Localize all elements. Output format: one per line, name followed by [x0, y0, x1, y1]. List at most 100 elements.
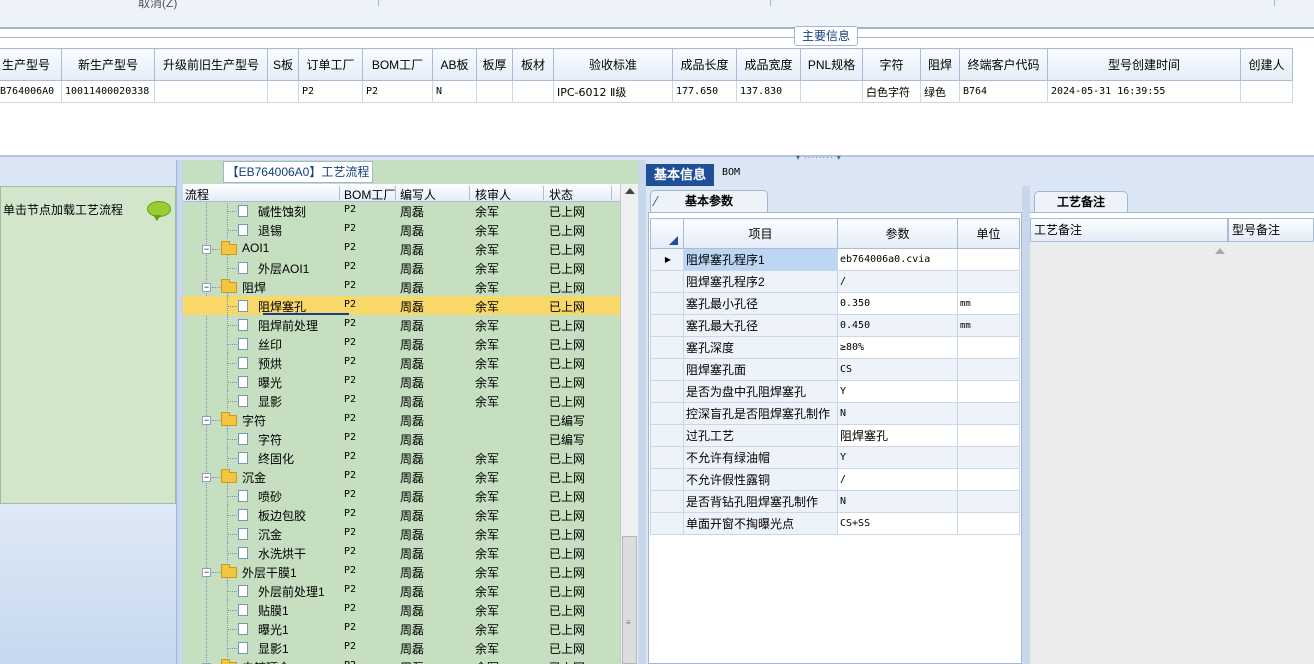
table-cell[interactable] [512, 80, 554, 103]
row-indicator[interactable] [650, 424, 684, 447]
row-indicator[interactable] [650, 292, 684, 315]
tree-node[interactable]: 阻焊前处理 P2 周磊 余军 已上网 [183, 315, 620, 334]
unit-cell[interactable] [957, 270, 1020, 293]
item-cell[interactable]: 阻焊塞孔程序2 [683, 270, 838, 293]
tab-bom[interactable]: BOM [722, 167, 740, 178]
tree-node[interactable]: 显影 P2 周磊 余军 已上网 [183, 391, 620, 410]
col-header[interactable]: 阻焊 [920, 48, 960, 81]
table-cell[interactable]: 137.830 [736, 80, 801, 103]
col-header[interactable]: 成品宽度 [736, 48, 801, 81]
table-cell[interactable] [476, 80, 513, 103]
table-row[interactable]: 阻焊塞孔面 CS [650, 358, 1020, 381]
tree-node[interactable]: 显影1 P2 周磊 余军 已上网 [183, 638, 620, 657]
table-cell[interactable] [154, 80, 268, 103]
unit-cell[interactable]: mm [957, 292, 1020, 315]
table-cell[interactable]: IPC-6012 Ⅱ级 [553, 80, 673, 103]
tree-node[interactable]: 碱性蚀刻 P2 周磊 余军 已上网 [183, 203, 620, 220]
col-header[interactable]: 成品长度 [672, 48, 737, 81]
tree-node[interactable]: 丝印 P2 周磊 余军 已上网 [183, 334, 620, 353]
tree-node[interactable]: 贴膜1 P2 周磊 余军 已上网 [183, 600, 620, 619]
row-indicator[interactable] [650, 468, 684, 491]
tree-node[interactable]: 终固化 P2 周磊 余军 已上网 [183, 448, 620, 467]
row-indicator[interactable] [650, 358, 684, 381]
table-cell[interactable] [1240, 80, 1293, 103]
param-cell[interactable]: / [837, 270, 958, 293]
process-remark-column[interactable] [1030, 218, 1228, 664]
table-row[interactable]: 是否背钻孔阻焊塞孔制作 N [650, 490, 1020, 513]
unit-cell[interactable] [957, 380, 1020, 403]
unit-cell[interactable] [957, 468, 1020, 491]
tree-node[interactable]: 水洗烘干 P2 周磊 余军 已上网 [183, 543, 620, 562]
unit-cell[interactable] [957, 424, 1020, 447]
unit-cell[interactable] [957, 490, 1020, 513]
tab-process-flow[interactable]: 【EB764006A0】工艺流程 [223, 161, 373, 183]
param-cell[interactable]: N [837, 402, 958, 425]
item-cell[interactable]: 阻焊塞孔程序1 [683, 248, 838, 271]
collapse-toggle-icon[interactable]: − [202, 245, 211, 254]
param-cell[interactable]: 0.350 [837, 292, 958, 315]
col-header[interactable]: 板厚 [476, 48, 513, 81]
row-indicator[interactable] [650, 314, 684, 337]
item-cell[interactable]: 控深盲孔是否阻焊塞孔制作 [683, 402, 838, 425]
model-remark-column[interactable] [1228, 218, 1314, 664]
row-indicator[interactable] [650, 336, 684, 359]
row-indicator[interactable] [650, 490, 684, 513]
tree-node[interactable]: 外层前处理1 P2 周磊 余军 已上网 [183, 581, 620, 600]
col-header-writer[interactable]: 编写人 [400, 186, 436, 203]
item-cell[interactable]: 是否背钻孔阻焊塞孔制作 [683, 490, 838, 513]
table-cell[interactable]: EB764006A0 [0, 80, 62, 103]
current-row-arrow-icon[interactable]: ▶ [650, 248, 684, 271]
item-cell[interactable]: 塞孔最小孔径 [683, 292, 838, 315]
table-cell[interactable]: N [432, 80, 477, 103]
splitter-middle[interactable] [638, 160, 646, 664]
tree-node[interactable]: 喷砂 P2 周磊 余军 已上网 [183, 486, 620, 505]
collapse-toggle-icon[interactable]: − [202, 473, 211, 482]
unit-cell[interactable] [957, 248, 1020, 271]
table-cell[interactable]: P2 [298, 80, 363, 103]
param-cell[interactable]: 0.450 [837, 314, 958, 337]
col-header-model-remark[interactable]: 型号备注 [1228, 218, 1314, 242]
col-header[interactable]: 字符 [862, 48, 921, 81]
table-row[interactable]: 是否为盘中孔阻焊塞孔 Y [650, 380, 1020, 403]
tree-node[interactable]: 退锡 P2 周磊 余军 已上网 [183, 220, 620, 239]
table-cell[interactable]: 2024-05-31 16:39:55 [1047, 80, 1241, 103]
tab-process-remark[interactable]: 工艺备注 [1034, 191, 1128, 213]
subtab-basic-params[interactable]: 基本参数 [650, 190, 768, 212]
col-header-reviewer[interactable]: 核审人 [475, 186, 511, 203]
table-row[interactable]: ▶ 阻焊塞孔程序1 eb764006a0.cvia [650, 248, 1020, 271]
table-row[interactable]: 塞孔深度 ≥80% [650, 336, 1020, 359]
tree-node[interactable]: 预烘 P2 周磊 余军 已上网 [183, 353, 620, 372]
table-cell[interactable]: B764 [959, 80, 1048, 103]
col-header-param[interactable]: 参数 [837, 218, 958, 249]
table-row[interactable]: 塞孔最小孔径 0.350 mm [650, 292, 1020, 315]
table-row[interactable]: 过孔工艺 阻焊塞孔 [650, 424, 1020, 447]
row-indicator[interactable] [650, 402, 684, 425]
tree-node[interactable]: 曝光1 P2 周磊 余军 已上网 [183, 619, 620, 638]
item-cell[interactable]: 单面开窗不掏曝光点 [683, 512, 838, 535]
col-header[interactable]: 升级前旧生产型号 [154, 48, 268, 81]
param-cell[interactable]: 阻焊塞孔 [837, 424, 958, 447]
tree-scrollbar[interactable]: ≡ [620, 184, 638, 664]
unit-cell[interactable] [957, 336, 1020, 359]
row-indicator[interactable] [650, 380, 684, 403]
col-header-status[interactable]: 状态 [549, 186, 573, 203]
tab-main-info[interactable]: 主要信息 [794, 26, 858, 46]
col-header[interactable]: 型号创建时间 [1047, 48, 1241, 81]
scroll-up-arrow-icon[interactable] [625, 188, 635, 194]
tree-group-node[interactable]: −电镀硬金P2周磊余军已上网 [183, 657, 620, 664]
unit-cell[interactable]: mm [957, 314, 1020, 337]
tree-group-node[interactable]: − AOI1 P2 周磊 余军 已上网 [183, 239, 620, 258]
tree-group-node[interactable]: − 沉金 P2 周磊 余军 已上网 [183, 467, 620, 486]
col-header-process-remark[interactable]: 工艺备注 [1030, 218, 1228, 242]
cancel-menu-item[interactable]: 取消(Z) [138, 0, 177, 11]
tree-node[interactable]: 字符 P2 周磊 已编写 [183, 429, 620, 448]
table-cell[interactable]: 白色字符 [862, 80, 921, 103]
col-header-item[interactable]: 项目 [683, 218, 838, 249]
table-row[interactable]: 不允许假性露铜 / [650, 468, 1020, 491]
param-cell[interactable]: N [837, 490, 958, 513]
col-header[interactable]: S板 [267, 48, 299, 81]
item-cell[interactable]: 塞孔最大孔径 [683, 314, 838, 337]
col-header-unit[interactable]: 单位 [957, 218, 1020, 249]
table-row[interactable]: EB764006A0 10011400020338 P2 P2 N IPC-6012 Ⅱ级… [0, 80, 1293, 103]
tree-node[interactable]: 板边包胶 P2 周磊 余军 已上网 [183, 505, 620, 524]
